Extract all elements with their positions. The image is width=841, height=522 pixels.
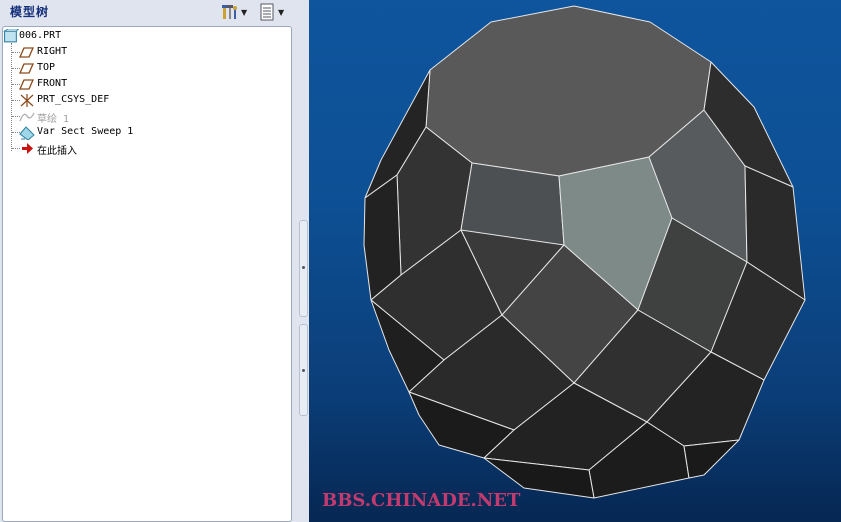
chevron-down-icon: ▼ bbox=[278, 7, 285, 17]
tree-item-label: PRT_CSYS_DEF bbox=[37, 94, 110, 105]
tree-item-sketch[interactable]: 草绘 1 bbox=[3, 109, 283, 125]
part-icon bbox=[3, 29, 19, 43]
splitter-grip-upper[interactable] bbox=[299, 220, 308, 317]
coordinate-system-icon bbox=[20, 94, 34, 107]
datum-plane-icon bbox=[19, 47, 35, 58]
sidebar-header: 模型树 ▼ ▼ bbox=[0, 0, 300, 24]
graphics-viewport[interactable]: BBS.CHINADE.NET bbox=[309, 0, 841, 522]
tree-settings-button[interactable]: ▼ bbox=[221, 2, 247, 22]
3d-model-render bbox=[363, 5, 806, 499]
show-list-icon bbox=[260, 3, 274, 21]
tree-item-label: 006.PRT bbox=[19, 30, 62, 41]
tree-item-insert-here[interactable]: 在此插入 bbox=[3, 141, 283, 157]
model-face bbox=[683, 439, 740, 479]
tree-item-label: TOP bbox=[37, 62, 56, 73]
chevron-down-icon: ▼ bbox=[241, 7, 248, 17]
tree-item-label: FRONT bbox=[37, 78, 68, 89]
tree-item-label: 草绘 1 bbox=[37, 114, 70, 125]
splitter-grip-lower[interactable] bbox=[299, 324, 308, 416]
tree-show-button[interactable]: ▼ bbox=[258, 2, 284, 22]
tree-item-front[interactable]: FRONT bbox=[3, 77, 283, 92]
grip-dot bbox=[302, 369, 305, 372]
panel-splitter[interactable] bbox=[297, 0, 309, 522]
datum-plane-icon bbox=[19, 63, 35, 74]
tree-item-label: 在此插入 bbox=[37, 146, 77, 157]
settings-tools-icon bbox=[222, 5, 237, 19]
tree-item-csys[interactable]: PRT_CSYS_DEF bbox=[3, 93, 283, 108]
tree-item-root[interactable]: 006.PRT bbox=[3, 29, 283, 44]
model-tree-sidebar: 模型树 ▼ ▼ 006.PRT RIGHT TOP FRONT PRT_CSYS… bbox=[0, 0, 300, 522]
model-tree-panel[interactable]: 006.PRT RIGHT TOP FRONT PRT_CSYS_DEF 草绘 … bbox=[2, 26, 292, 522]
sketch-icon bbox=[19, 112, 35, 122]
tree-item-label: RIGHT bbox=[37, 46, 68, 57]
tree-item-label: Var Sect Sweep 1 bbox=[37, 126, 134, 137]
tree-item-right[interactable]: RIGHT bbox=[3, 45, 283, 60]
grip-dot bbox=[302, 266, 305, 269]
tree-item-sweep[interactable]: Var Sect Sweep 1 bbox=[3, 125, 283, 140]
insert-here-arrow-icon bbox=[22, 143, 33, 154]
sidebar-title: 模型树 bbox=[10, 5, 50, 19]
datum-plane-icon bbox=[19, 79, 35, 90]
tree-item-top[interactable]: TOP bbox=[3, 61, 283, 76]
sweep-icon bbox=[19, 126, 35, 140]
watermark-text: BBS.CHINADE.NET bbox=[322, 490, 521, 511]
